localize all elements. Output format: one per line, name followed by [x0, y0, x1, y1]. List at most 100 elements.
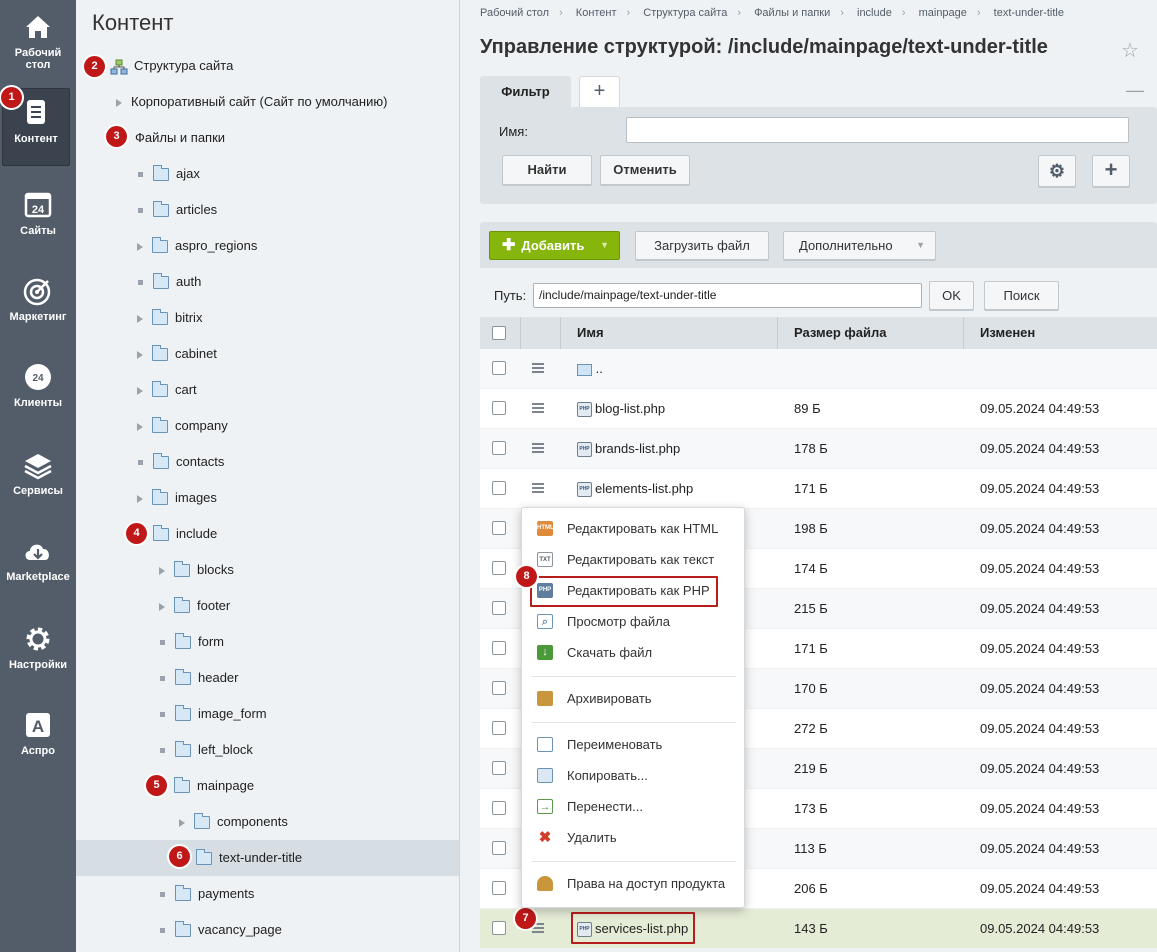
- row-checkbox[interactable]: [492, 761, 506, 775]
- file-name[interactable]: brands-list.php: [595, 441, 680, 456]
- row-checkbox[interactable]: [492, 681, 506, 695]
- tree-folder-left-block[interactable]: left_block: [158, 732, 253, 768]
- row-checkbox[interactable]: [492, 401, 506, 415]
- tree-folder-header[interactable]: header: [158, 660, 238, 696]
- table-row[interactable]: PHP elements-list.php 171 Б 09.05.2024 04…: [480, 469, 1157, 509]
- add-filter-tab-button[interactable]: +: [579, 76, 620, 107]
- tree-folder-articles[interactable]: articles: [136, 192, 217, 228]
- menu-item-marketing[interactable]: Маркетинг: [0, 266, 76, 344]
- cancel-button[interactable]: Отменить: [600, 155, 690, 185]
- file-name[interactable]: blog-list.php: [595, 401, 665, 416]
- row-checkbox[interactable]: [492, 841, 506, 855]
- minimize-icon[interactable]: —: [1126, 80, 1144, 101]
- table-row[interactable]: PHP brands-list.php 178 Б 09.05.2024 04:4…: [480, 429, 1157, 469]
- menu-rename[interactable]: Переименовать: [522, 729, 744, 760]
- row-checkbox[interactable]: [492, 601, 506, 615]
- file-name[interactable]: elements-list.php: [595, 481, 693, 496]
- tree-folder-form[interactable]: form: [158, 624, 224, 660]
- row-checkbox[interactable]: [492, 881, 506, 895]
- breadcrumb-item[interactable]: Файлы и папки: [754, 7, 830, 19]
- tree-folder-company[interactable]: company: [137, 408, 228, 444]
- tab-filter[interactable]: Фильтр: [480, 76, 571, 107]
- path-input[interactable]: /include/mainpage/text-under-title: [533, 283, 922, 308]
- tree-folder-ajax[interactable]: ajax: [136, 156, 200, 192]
- tree-folder-vacancy-page[interactable]: vacancy_page: [158, 912, 282, 948]
- tree-files-folders[interactable]: Файлы и папки: [135, 120, 225, 156]
- ok-button[interactable]: OK: [929, 281, 974, 310]
- column-modified[interactable]: Изменен: [964, 317, 1157, 349]
- tree-folder-auth[interactable]: auth: [136, 264, 201, 300]
- gear-icon[interactable]: ⚙: [1038, 155, 1076, 187]
- tree-folder-cabinet[interactable]: cabinet: [137, 336, 217, 372]
- row-checkbox[interactable]: [492, 561, 506, 575]
- chevron-right-icon[interactable]: [137, 386, 143, 395]
- row-menu-icon[interactable]: [532, 483, 544, 493]
- row-checkbox[interactable]: [492, 441, 506, 455]
- chevron-right-icon[interactable]: [179, 818, 185, 827]
- menu-view-file[interactable]: ⌕ Просмотр файла: [522, 606, 744, 637]
- menu-move[interactable]: → Перенести...: [522, 791, 744, 822]
- tree-corp-site[interactable]: Корпоративный сайт (Сайт по умолчанию): [116, 84, 387, 120]
- chevron-right-icon[interactable]: [159, 602, 165, 611]
- search-button[interactable]: Поиск: [984, 281, 1059, 310]
- row-checkbox[interactable]: [492, 921, 506, 935]
- row-checkbox[interactable]: [492, 361, 506, 375]
- menu-archive[interactable]: Архивировать: [522, 683, 744, 714]
- star-icon[interactable]: ☆: [1121, 38, 1139, 63]
- tree-folder-include[interactable]: include: [153, 516, 217, 552]
- chevron-right-icon[interactable]: [137, 350, 143, 359]
- column-name[interactable]: Имя: [561, 317, 778, 349]
- menu-item-settings[interactable]: Настройки: [0, 614, 76, 692]
- chevron-right-icon[interactable]: [137, 314, 143, 323]
- tree-folder-mainpage[interactable]: mainpage: [174, 768, 254, 804]
- tree-folder-aspro-regions[interactable]: aspro_regions: [137, 228, 257, 264]
- parent-dir-link[interactable]: ..: [596, 361, 603, 376]
- breadcrumb-item[interactable]: Рабочий стол: [480, 7, 549, 19]
- menu-edit-text[interactable]: TXT Редактировать как текст: [522, 544, 744, 575]
- chevron-right-icon[interactable]: [137, 242, 143, 251]
- tree-folder-image-form[interactable]: image_form: [158, 696, 267, 732]
- row-menu-icon[interactable]: [532, 443, 544, 453]
- find-button[interactable]: Найти: [502, 155, 592, 185]
- tree-folder-blocks[interactable]: blocks: [159, 552, 234, 588]
- column-size[interactable]: Размер файла: [778, 317, 964, 349]
- breadcrumb-item[interactable]: text-under-title: [994, 7, 1064, 19]
- menu-delete[interactable]: ✖ Удалить: [522, 822, 744, 853]
- name-filter-input[interactable]: [626, 117, 1129, 143]
- chevron-right-icon[interactable]: [116, 98, 122, 107]
- menu-access-rights[interactable]: Права на доступ продукта: [522, 868, 744, 899]
- table-row[interactable]: PHP blog-list.php 89 Б 09.05.2024 04:49:5…: [480, 389, 1157, 429]
- select-all-checkbox[interactable]: [492, 326, 506, 340]
- row-menu-icon[interactable]: [532, 403, 544, 413]
- tree-folder-contacts[interactable]: contacts: [136, 444, 224, 480]
- menu-item-services[interactable]: Сервисы: [0, 440, 76, 518]
- table-row[interactable]: ..: [480, 349, 1157, 389]
- tree-site-structure[interactable]: Структура сайта: [110, 48, 233, 84]
- menu-copy[interactable]: Копировать...: [522, 760, 744, 791]
- row-checkbox[interactable]: [492, 801, 506, 815]
- breadcrumb-item[interactable]: mainpage: [919, 7, 967, 19]
- menu-item-sites[interactable]: 24 Сайты: [0, 180, 76, 258]
- chevron-right-icon[interactable]: [137, 422, 143, 431]
- breadcrumb-item[interactable]: Контент: [576, 7, 617, 19]
- add-filter-field-button[interactable]: +: [1092, 155, 1130, 187]
- tree-folder-bitrix[interactable]: bitrix: [137, 300, 202, 336]
- upload-file-button[interactable]: Загрузить файл: [635, 231, 769, 260]
- more-button[interactable]: Дополнительно ▼: [783, 231, 936, 260]
- menu-edit-html[interactable]: HTML Редактировать как HTML: [522, 513, 744, 544]
- menu-item-marketplace[interactable]: Marketplace: [0, 526, 76, 604]
- row-checkbox[interactable]: [492, 481, 506, 495]
- tree-folder-text-under-title[interactable]: text-under-title: [76, 840, 459, 876]
- row-checkbox[interactable]: [492, 521, 506, 535]
- row-checkbox[interactable]: [492, 641, 506, 655]
- menu-item-clients[interactable]: 24 Клиенты: [0, 352, 76, 430]
- menu-item-aspro[interactable]: A Аспро: [0, 700, 76, 778]
- add-button[interactable]: ✚ Добавить ▼: [489, 231, 620, 260]
- tree-folder-images[interactable]: images: [137, 480, 217, 516]
- tree-folder-footer[interactable]: footer: [159, 588, 230, 624]
- breadcrumb-item[interactable]: include: [857, 7, 892, 19]
- chevron-right-icon[interactable]: [137, 494, 143, 503]
- breadcrumb-item[interactable]: Структура сайта: [643, 7, 727, 19]
- row-menu-icon[interactable]: [532, 363, 544, 373]
- tree-folder-cart[interactable]: cart: [137, 372, 197, 408]
